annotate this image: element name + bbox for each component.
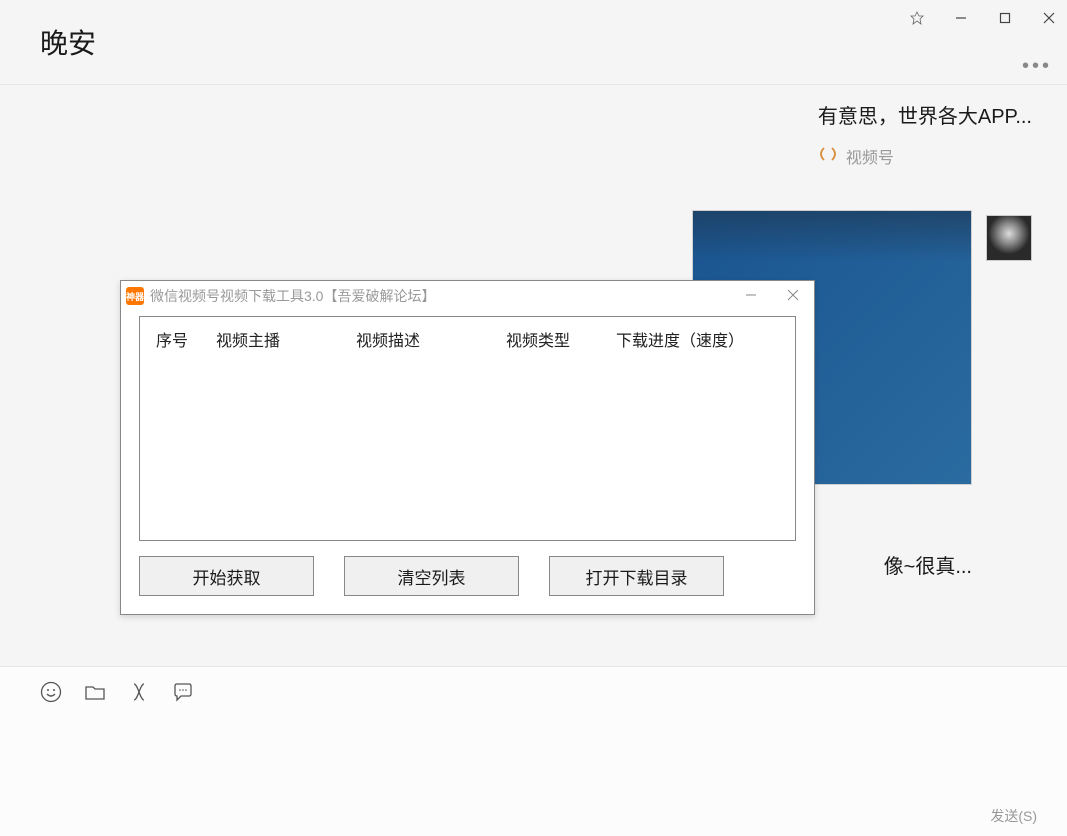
dialog-minimize-icon[interactable] (745, 288, 757, 304)
col-desc: 视频描述 (356, 327, 506, 351)
dialog-titlebar[interactable]: 神器 微信视频号视频下载工具3.0【吾爱破解论坛】 (121, 281, 814, 311)
dialog-title: 微信视频号视频下载工具3.0【吾爱破解论坛】 (150, 286, 739, 306)
video-channel-icon (818, 146, 838, 167)
dialog-controls (745, 288, 809, 304)
dialog-button-row: 开始获取 清空列表 打开下载目录 (139, 556, 724, 596)
col-author: 视频主播 (216, 327, 356, 351)
clear-list-button[interactable]: 清空列表 (344, 556, 519, 596)
message-text-2: 像~很真... (884, 550, 972, 579)
message-text: 有意思，世界各大APP... (818, 100, 1032, 129)
chat-header: 晚安 ••• (0, 0, 1067, 85)
dialog-close-icon[interactable] (787, 288, 799, 304)
chat-message: 有意思，世界各大APP... 视频号 (818, 100, 1032, 168)
start-fetch-button[interactable]: 开始获取 (139, 556, 314, 596)
pin-icon[interactable] (909, 10, 925, 26)
maximize-icon[interactable] (997, 10, 1013, 26)
close-icon[interactable] (1041, 10, 1057, 26)
chat-content: 有意思，世界各大APP... 视频号 (818, 100, 1032, 168)
window-controls (909, 10, 1057, 26)
input-toolbar (0, 667, 1067, 722)
minimize-icon[interactable] (953, 10, 969, 26)
open-folder-button[interactable]: 打开下载目录 (549, 556, 724, 596)
chat-history-icon[interactable] (172, 681, 194, 708)
file-icon[interactable] (84, 681, 106, 708)
downloader-dialog: 神器 微信视频号视频下载工具3.0【吾爱破解论坛】 序号 视频主播 视频描述 视… (120, 280, 815, 615)
video-channel-label: 视频号 (818, 144, 1032, 168)
col-index: 序号 (156, 327, 216, 351)
screenshot-icon[interactable] (128, 681, 150, 708)
list-panel: 序号 视频主播 视频描述 视频类型 下载进度（速度） (139, 316, 796, 541)
col-progress: 下载进度（速度） (616, 327, 779, 351)
app-icon: 神器 (126, 287, 144, 305)
send-hint: 发送(S) (990, 806, 1037, 826)
avatar-image (987, 216, 1031, 260)
more-menu-icon[interactable]: ••• (1022, 55, 1052, 78)
chat-title: 晚安 (40, 22, 96, 62)
input-area: 发送(S) (0, 666, 1067, 836)
emoji-icon[interactable] (40, 681, 62, 708)
video-channel-text: 视频号 (846, 144, 894, 168)
table-header: 序号 视频主播 视频描述 视频类型 下载进度（速度） (140, 317, 795, 361)
avatar[interactable] (986, 215, 1032, 261)
col-type: 视频类型 (506, 327, 616, 351)
